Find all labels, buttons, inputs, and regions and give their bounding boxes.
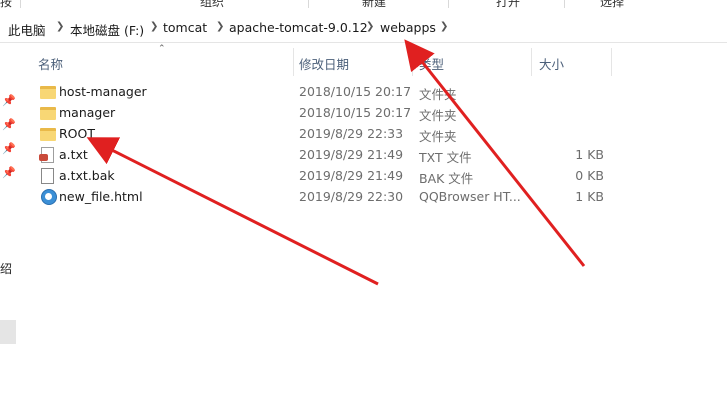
column-divider[interactable] [531, 48, 532, 76]
folder-icon [40, 107, 56, 120]
pin-icon[interactable]: 📌 [2, 142, 16, 156]
pin-icon[interactable]: 📌 [2, 166, 16, 180]
ribbon-divider [308, 0, 309, 8]
file-date: 2019/8/29 21:49 [299, 147, 404, 162]
ribbon-divider [448, 0, 449, 8]
browser-file-icon [41, 189, 57, 205]
file-size: 1 KB [575, 147, 604, 162]
annotation-arrows [86, 39, 586, 286]
ribbon-select[interactable]: 选择 [600, 0, 624, 8]
breadcrumb-webapps[interactable]: webapps [380, 20, 436, 35]
file-type: QQBrowser HT... [419, 189, 521, 204]
pin-icon[interactable]: 📌 [2, 94, 16, 108]
ribbon-divider [564, 0, 565, 8]
text-file-icon [39, 147, 54, 163]
breadcrumb-apache-tomcat[interactable]: apache-tomcat-9.0.12 [229, 20, 368, 35]
file-date: 2019/8/29 21:49 [299, 168, 404, 183]
file-name: a.txt.bak [59, 168, 115, 183]
nav-item-label[interactable]: 绍 [0, 260, 12, 277]
blank-file-icon [41, 168, 54, 184]
column-header-name[interactable]: 名称 [38, 54, 63, 73]
file-name: manager [59, 105, 116, 120]
file-size: 0 KB [575, 168, 604, 183]
breadcrumb-chevron-icon[interactable]: ❯ [56, 21, 64, 32]
ribbon-new[interactable]: 新建 [362, 0, 386, 8]
folder-icon [40, 128, 56, 141]
breadcrumb-chevron-icon[interactable]: ❯ [216, 21, 224, 32]
column-divider[interactable] [412, 48, 413, 76]
breadcrumb-tomcat[interactable]: tomcat [163, 20, 207, 35]
breadcrumb-chevron-icon[interactable]: ❯ [440, 21, 448, 32]
file-type: BAK 文件 [419, 171, 474, 186]
folder-icon [40, 86, 56, 99]
ribbon-open[interactable]: 打开 [496, 0, 520, 8]
breadcrumb-chevron-icon[interactable]: ❯ [366, 21, 374, 32]
file-date: 2019/8/29 22:33 [299, 126, 404, 141]
file-type: 文件夹 [419, 108, 457, 123]
ribbon-organize[interactable]: 组织 [200, 0, 224, 8]
file-row[interactable]: a.txt 2019/8/29 21:49 TXT 文件 1 KB [36, 144, 616, 165]
column-header-size[interactable]: 大小 [539, 54, 564, 73]
column-header-type[interactable]: 类型 [419, 54, 444, 73]
address-bar[interactable]: 此电脑 ❯ 本地磁盘 (F:) ❯ tomcat ❯ apache-tomcat… [0, 14, 727, 43]
file-type: 文件夹 [419, 87, 457, 102]
breadcrumb-this-pc[interactable]: 此电脑 [8, 20, 46, 39]
ribbon-item[interactable]: 按 [0, 0, 12, 8]
file-row[interactable]: a.txt.bak 2019/8/29 21:49 BAK 文件 0 KB [36, 165, 616, 186]
file-row[interactable]: ROOT 2019/8/29 22:33 文件夹 [36, 123, 616, 144]
file-size: 1 KB [575, 189, 604, 204]
column-header-date[interactable]: 修改日期 [299, 54, 349, 73]
breadcrumb-chevron-icon[interactable]: ❯ [150, 21, 158, 32]
file-date: 2018/10/15 20:17 [299, 84, 412, 99]
file-name: ROOT [59, 126, 95, 141]
ribbon-divider [20, 0, 21, 8]
ribbon-toolbar: 按 组织 新建 打开 选择 [0, 0, 727, 8]
navigation-pane: 📌 📌 📌 📌 绍 [0, 44, 20, 416]
file-row[interactable]: new_file.html 2019/8/29 22:30 QQBrowser … [36, 186, 616, 207]
file-type: 文件夹 [419, 129, 457, 144]
file-date: 2019/8/29 22:30 [299, 189, 404, 204]
file-row[interactable]: manager 2018/10/15 20:17 文件夹 [36, 102, 616, 123]
nav-selected-item[interactable] [0, 320, 16, 344]
pin-icon[interactable]: 📌 [2, 118, 16, 132]
file-name: new_file.html [59, 189, 143, 204]
column-divider[interactable] [611, 48, 612, 76]
sort-ascending-icon: ⌃ [158, 44, 166, 54]
file-date: 2018/10/15 20:17 [299, 105, 412, 120]
file-type: TXT 文件 [419, 150, 472, 165]
file-name: host-manager [59, 84, 147, 99]
file-row[interactable]: host-manager 2018/10/15 20:17 文件夹 [36, 81, 616, 102]
column-divider[interactable] [293, 48, 294, 76]
breadcrumb-drive-f[interactable]: 本地磁盘 (F:) [70, 20, 144, 39]
file-name: a.txt [59, 147, 88, 162]
